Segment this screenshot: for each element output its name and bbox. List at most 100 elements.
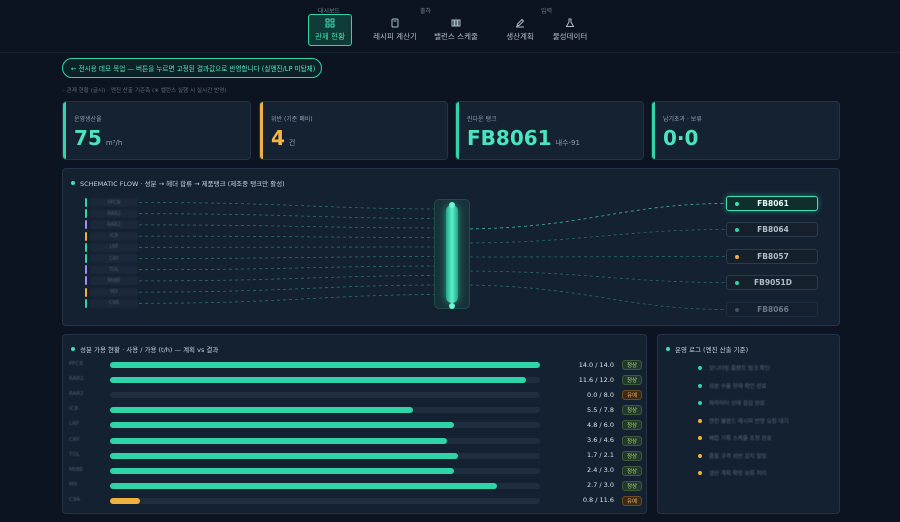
tank-name: FB8061 <box>757 199 789 208</box>
tab-balance-schedule[interactable]: 밸런스 스케줄 <box>431 14 481 46</box>
log-status-dot-icon <box>698 383 702 388</box>
product-tank-tag[interactable]: FB9051D <box>726 275 818 290</box>
tab-label: 레시피 계산기 <box>373 32 417 41</box>
status-subnote: · 관제 현황 (글시) · 엔진 산출 기준축 (※ 밸런스 실행 시 실시간… <box>63 88 227 94</box>
source-label[interactable]: LRF <box>90 242 138 252</box>
usage-bar-track <box>110 377 540 384</box>
operation-log-panel: 운영 로그 (엔진 산출 기준) 모니터링 플랜트 링크 확인성분 수율 현재 … <box>657 334 840 514</box>
source-label[interactable]: PFCB <box>90 198 138 207</box>
log-entry: 모니터링 플랜트 링크 확인 <box>698 364 770 372</box>
source-flow-line <box>138 213 447 219</box>
panel-title: 성분 가용 현황 · 사용 / 가용 (t/h) — 계획 vs 결과 <box>71 344 218 354</box>
card-accent-bar <box>63 102 66 159</box>
tab-production-plan[interactable]: 생산계획 <box>500 14 540 46</box>
usage-row-label: PFCB <box>69 361 84 367</box>
log-entry-text: 성분 수율 현재 확인 완료 <box>709 383 767 390</box>
source-label[interactable]: MX <box>90 287 138 297</box>
usage-row-label: C9A <box>69 496 81 503</box>
log-status-dot-icon <box>698 453 702 458</box>
log-entry: 품질 규격 위반 감지 알림 <box>698 452 767 460</box>
usage-row-label: MtBE <box>69 466 84 473</box>
card-label: 린다운 탱크 <box>467 116 497 123</box>
log-status-dot-icon <box>698 418 702 423</box>
tank-flow-line <box>457 203 727 230</box>
header-manifold <box>446 205 458 303</box>
source-label[interactable]: TOL <box>90 265 138 275</box>
usage-bar-fill <box>110 482 497 489</box>
usage-bar-track <box>110 482 540 489</box>
status-badge: 정상 <box>622 465 642 476</box>
source-label[interactable]: MtBE <box>90 276 138 286</box>
usage-bar-track <box>110 467 540 474</box>
usage-bar-fill <box>110 377 526 384</box>
schematic-flow-panel: SCHEMATIC FLOW · 성분 → 헤더 합류 → 제품탱크 (제조중 … <box>62 168 840 326</box>
usage-row-label: LRF <box>69 421 80 428</box>
status-badge: 정상 <box>622 450 642 461</box>
panel-title: 운영 로그 (엔진 산출 기준) <box>666 344 748 354</box>
source-flow-line <box>138 202 447 210</box>
log-status-dot-icon <box>698 366 702 370</box>
tank-flow-line <box>457 270 727 283</box>
source-label[interactable]: C9A <box>90 298 138 308</box>
usage-bar-track <box>110 497 540 504</box>
source-label[interactable]: CRY <box>90 254 138 263</box>
tanks-icon <box>451 19 461 27</box>
tab-label: 생산계획 <box>506 32 534 41</box>
usage-bar-track <box>110 392 540 399</box>
pencil-icon <box>516 18 525 28</box>
status-badge: 정상 <box>622 420 642 431</box>
card-accent-bar <box>260 102 263 159</box>
nav-divider <box>0 52 900 53</box>
tank-flow-line <box>457 256 727 258</box>
top-navigation: 대시보드 출하 입력 관제 현황 레시피 계산기 밸런스 스케줄 생산계획 물성… <box>0 0 900 52</box>
tab-recipe-calculator[interactable]: 레시피 계산기 <box>370 14 420 46</box>
demo-banner[interactable]: ← 전시용 데모 목업 — 버튼을 누르면 고정된 결과값으로 반영합니다 (실… <box>62 58 322 78</box>
kpi-card-overdue-hold: 납기초과 · 보류 0·0 <box>651 101 840 160</box>
log-entry: 엔진 블렌드 레시피 반영 요청 대기 <box>698 417 789 425</box>
usage-row-label: ICB <box>69 406 79 413</box>
source-flow-line <box>138 235 447 238</box>
source-color-tick <box>85 287 87 297</box>
calculator-icon <box>391 18 399 28</box>
source-label[interactable]: RAR2 <box>90 209 138 219</box>
usage-bar-fill <box>110 467 454 474</box>
tab-monitoring[interactable]: 관제 현황 <box>308 14 352 46</box>
log-status-dot-icon <box>698 436 702 440</box>
usage-ratio: 11.6 / 12.0 <box>578 375 614 384</box>
kpi-card-production-rate: 운영생산율 75 m³/h <box>62 101 251 160</box>
kpi-card-violations: 위반 (기준 폐비) 4건 <box>259 101 448 160</box>
tab-label: 물성데이터 <box>552 32 588 41</box>
panel-title-text: 운영 로그 (엔진 산출 기준) <box>675 346 749 354</box>
status-badge: 정상 <box>622 405 642 416</box>
usage-row-label: MX <box>69 481 78 488</box>
source-color-tick <box>85 209 87 219</box>
tank-name: FB8064 <box>757 225 789 234</box>
panel-title-text: 성분 가용 현황 · 사용 / 가용 (t/h) — 계획 vs 결과 <box>80 346 219 354</box>
status-badge: 정상 <box>622 435 642 446</box>
usage-bar-track <box>110 362 540 368</box>
kpi-card-rundown-tank: 린다운 탱크 FB8061 내수-91 <box>455 101 644 160</box>
product-tank-tag[interactable]: FB8066 <box>726 302 818 317</box>
card-unit: 내수-91 <box>555 139 580 147</box>
component-usage-panel: 성분 가용 현황 · 사용 / 가용 (t/h) — 계획 vs 결과 PFCB… <box>62 334 647 514</box>
status-dot-icon <box>666 347 670 351</box>
product-tank-tag[interactable]: FB8064 <box>726 222 818 237</box>
card-unit: m³/h <box>105 139 123 147</box>
product-tank-tag[interactable]: FB8061 <box>726 196 818 211</box>
tab-label: 관제 현황 <box>315 32 345 41</box>
tab-properties-data[interactable]: 물성데이터 <box>549 14 591 46</box>
source-label[interactable]: RAR2 <box>90 220 138 230</box>
source-label[interactable]: ICB <box>90 231 138 241</box>
log-entry-text: 품질 규격 위반 감지 알림 <box>709 453 767 460</box>
log-entry-text: 파라미터 상태 점검 완료 <box>709 401 765 407</box>
source-color-tick <box>85 298 87 308</box>
product-tank-tag[interactable]: FB8057 <box>726 249 818 264</box>
status-badge: 정상 <box>622 360 642 370</box>
card-value: 0·0 <box>663 126 699 150</box>
usage-bar-fill <box>110 437 447 444</box>
card-label: 위반 (기준 폐비) <box>271 116 313 123</box>
usage-ratio: 1.7 / 2.1 <box>587 451 614 460</box>
source-flow-line <box>138 224 447 229</box>
source-flow-line <box>138 256 447 259</box>
source-flow-line <box>138 265 447 271</box>
